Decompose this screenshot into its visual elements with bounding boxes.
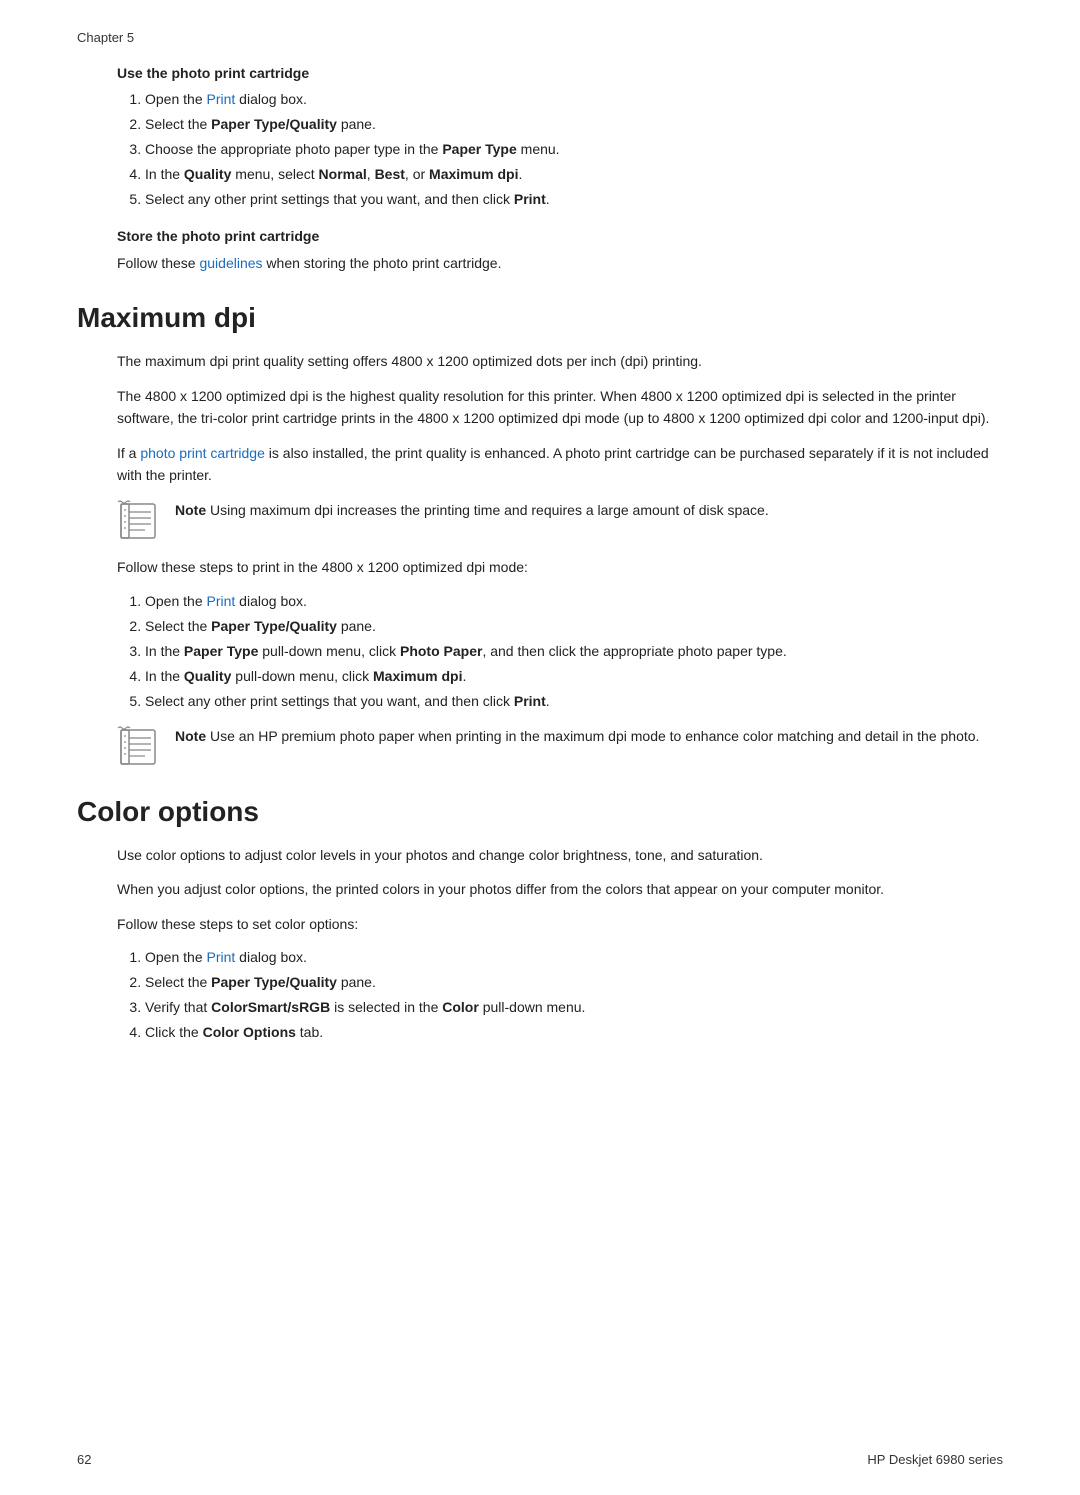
note1-label: Note	[175, 502, 206, 518]
list-item: Open the Print dialog box.	[145, 947, 1003, 968]
list-item: Select the Paper Type/Quality pane.	[145, 114, 1003, 135]
max-dpi-para4: Follow these steps to print in the 4800 …	[117, 556, 1003, 578]
list-item: Open the Print dialog box.	[145, 591, 1003, 612]
guidelines-link[interactable]: guidelines	[199, 255, 262, 271]
print-link-2[interactable]: Print	[207, 593, 236, 609]
list-item: In the Quality menu, select Normal, Best…	[145, 164, 1003, 185]
color-options-para1: Use color options to adjust color levels…	[117, 844, 1003, 866]
max-dpi-para3: If a photo print cartridge is also insta…	[117, 442, 1003, 487]
list-item: In the Quality pull-down menu, click Max…	[145, 666, 1003, 687]
note-icon-2	[117, 726, 165, 768]
print-link-1[interactable]: Print	[207, 91, 236, 107]
note1-text: Note Using maximum dpi increases the pri…	[175, 500, 769, 521]
print-link-3[interactable]: Print	[207, 949, 236, 965]
list-item: Click the Color Options tab.	[145, 1022, 1003, 1043]
maximum-dpi-title: Maximum dpi	[77, 302, 1003, 334]
product-name: HP Deskjet 6980 series	[867, 1452, 1003, 1467]
section2-body: Follow these guidelines when storing the…	[117, 252, 1003, 274]
color-options-para3: Follow these steps to set color options:	[117, 913, 1003, 935]
list-item: Select the Paper Type/Quality pane.	[145, 616, 1003, 637]
chapter-label: Chapter 5	[77, 30, 1003, 45]
photo-print-cartridge-link[interactable]: photo print cartridge	[140, 445, 265, 461]
section1-steps: Open the Print dialog box. Select the Pa…	[145, 89, 1003, 210]
note-box-1: Note Using maximum dpi increases the pri…	[117, 500, 1003, 542]
note-icon-1	[117, 500, 165, 542]
list-item: Verify that ColorSmart/sRGB is selected …	[145, 997, 1003, 1018]
list-item: Open the Print dialog box.	[145, 89, 1003, 110]
list-item: Select any other print settings that you…	[145, 691, 1003, 712]
color-options-title: Color options	[77, 796, 1003, 828]
note2-label: Note	[175, 728, 206, 744]
list-item: In the Paper Type pull-down menu, click …	[145, 641, 1003, 662]
color-options-steps: Open the Print dialog box. Select the Pa…	[145, 947, 1003, 1043]
list-item: Select any other print settings that you…	[145, 189, 1003, 210]
footer: 62 HP Deskjet 6980 series	[77, 1452, 1003, 1467]
section2-heading: Store the photo print cartridge	[117, 228, 1003, 244]
note2-text: Note Use an HP premium photo paper when …	[175, 726, 979, 747]
list-item: Choose the appropriate photo paper type …	[145, 139, 1003, 160]
page-number: 62	[77, 1452, 91, 1467]
list-item: Select the Paper Type/Quality pane.	[145, 972, 1003, 993]
max-dpi-steps: Open the Print dialog box. Select the Pa…	[145, 591, 1003, 712]
section1-heading: Use the photo print cartridge	[117, 65, 1003, 81]
max-dpi-para2: The 4800 x 1200 optimized dpi is the hig…	[117, 385, 1003, 430]
max-dpi-para1: The maximum dpi print quality setting of…	[117, 350, 1003, 372]
page: Chapter 5 Use the photo print cartridge …	[0, 0, 1080, 1495]
color-options-para2: When you adjust color options, the print…	[117, 878, 1003, 900]
note-box-2: Note Use an HP premium photo paper when …	[117, 726, 1003, 768]
